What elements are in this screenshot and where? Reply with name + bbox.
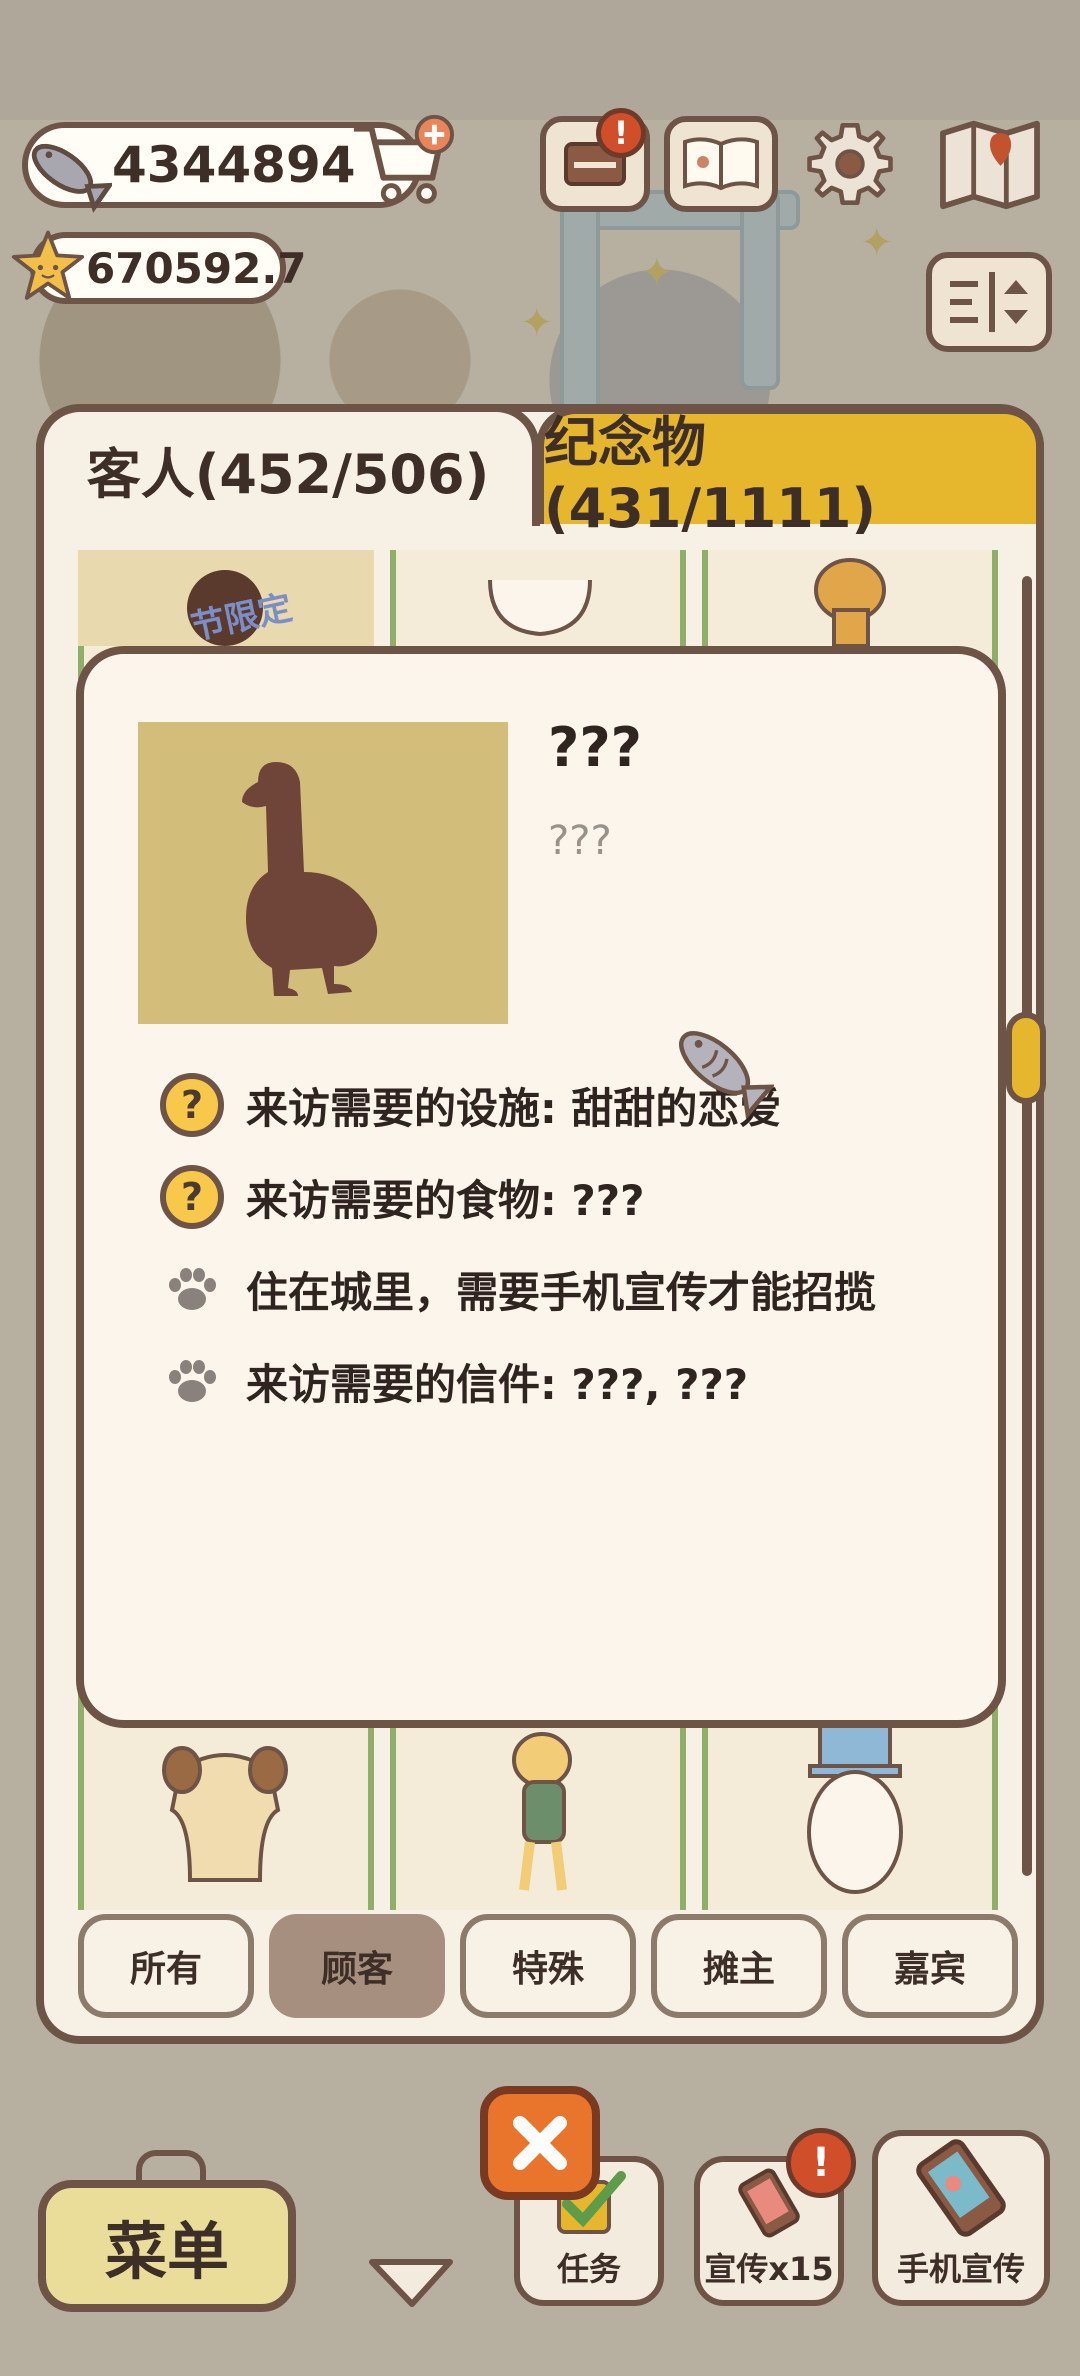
tab-guests[interactable]: 客人(452/506): [36, 404, 540, 526]
chevron-down-icon[interactable]: [366, 2252, 456, 2312]
tab-guests-label: 客人(452/506): [86, 442, 490, 506]
guest-dog-vest[interactable]: [490, 1720, 600, 1900]
guest-lion[interactable]: [800, 550, 910, 646]
phone-promo-label: 手机宣传: [896, 2250, 1025, 2288]
paw-icon: [160, 1257, 224, 1321]
guest-description: ???: [548, 818, 612, 864]
requirement-letters-text: 来访需要的信件: ???, ???: [246, 1359, 749, 1409]
map-button[interactable]: [934, 116, 1046, 212]
settings-button[interactable]: [802, 116, 898, 212]
paw-icon: [160, 1349, 224, 1413]
question-icon: ?: [160, 1165, 224, 1229]
guest-filter-bar: 所有 顾客 特殊 摊主 嘉宾: [78, 1914, 1018, 2018]
filter-customer-button[interactable]: 顾客: [269, 1914, 445, 2018]
fish-icon: [679, 1031, 774, 1120]
filter-guest-star-button[interactable]: 嘉宾: [842, 1914, 1018, 2018]
menu-button[interactable]: 菜单: [38, 2180, 296, 2312]
filter-all-button[interactable]: 所有: [78, 1914, 254, 2018]
guest-portrait: [138, 722, 508, 1024]
filter-guest-star-label: 嘉宾: [893, 1949, 966, 1990]
grid-scrollbar-track[interactable]: [1022, 576, 1032, 1876]
filter-vendor-label: 摊主: [702, 1949, 775, 1990]
filter-special-button[interactable]: 特殊: [460, 1914, 636, 2018]
question-icon: ?: [160, 1073, 224, 1137]
phone-icon: [916, 2139, 1006, 2237]
requirement-letters: 来访需要的信件: ???, ???: [160, 1346, 748, 1416]
close-button[interactable]: [480, 2086, 600, 2200]
close-icon: [513, 2116, 567, 2170]
fish-icon: [31, 143, 112, 213]
guest-sheep[interactable]: [480, 550, 600, 646]
guestbook-button[interactable]: [664, 116, 778, 212]
map-icon: [940, 120, 1040, 210]
mail-alert-badge: !: [596, 108, 646, 158]
menu-label: 菜单: [104, 2215, 229, 2288]
sliders-icon: [950, 272, 1028, 332]
requirement-food-text: 来访需要的食物: ???: [246, 1175, 645, 1225]
fish-count: 4344894: [112, 136, 356, 194]
filter-all-label: 所有: [129, 1949, 202, 1990]
promo-alert-badge: !: [786, 2128, 856, 2198]
requirement-food: ? 来访需要的食物: ???: [160, 1162, 645, 1232]
phone-promo-button[interactable]: 手机宣传: [872, 2130, 1050, 2306]
guest-dog-longhair[interactable]: [160, 1740, 290, 1890]
promo-label: 宣传x15: [704, 2250, 834, 2288]
grid-scrollbar-thumb[interactable]: [1006, 1012, 1046, 1104]
tab-souvenirs[interactable]: 纪念物(431/1111): [536, 406, 1044, 540]
guest-name: ???: [548, 716, 642, 779]
gear-icon: [807, 123, 893, 205]
requirement-residence-text: 住在城里，需要手机宣传才能招揽: [246, 1267, 877, 1317]
book-icon: [683, 137, 759, 191]
star-count: 670592.7: [86, 243, 307, 293]
cart-plus-icon[interactable]: [348, 112, 456, 212]
task-label: 任务: [556, 2250, 621, 2288]
view-toggle-button[interactable]: [926, 252, 1052, 352]
filter-special-label: 特殊: [511, 1949, 584, 1990]
filter-customer-label: 顾客: [320, 1949, 393, 1990]
requirement-residence: 住在城里，需要手机宣传才能招揽: [160, 1254, 876, 1324]
guest-penguin-bucket[interactable]: [790, 1722, 920, 1902]
goose-silhouette-icon: [242, 762, 378, 996]
star-icon: [11, 230, 85, 300]
tab-souvenirs-label: 纪念物(431/1111): [544, 411, 877, 540]
filter-vendor-button[interactable]: 摊主: [651, 1914, 827, 2018]
